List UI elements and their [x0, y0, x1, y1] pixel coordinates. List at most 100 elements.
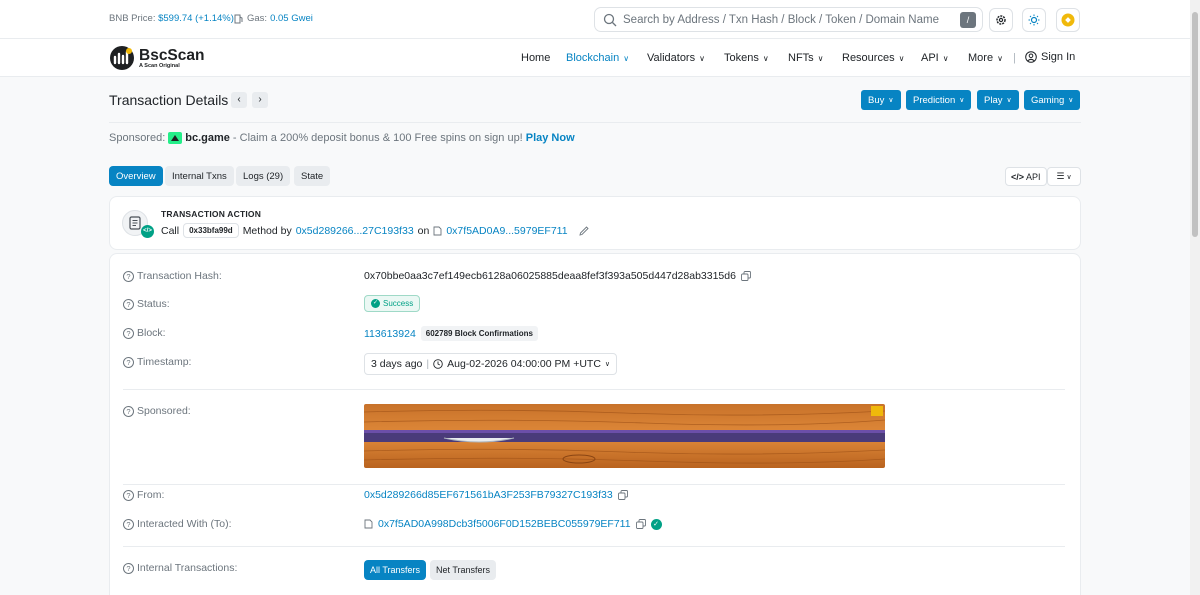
gas-price: Gas: 0.05 Gwei — [234, 13, 313, 24]
nav-resources-label: Resources — [842, 52, 895, 64]
tab-internal-txns[interactable]: Internal Txns — [165, 166, 234, 186]
scrollbar-thumb[interactable] — [1192, 12, 1198, 237]
tab-overview-label: Overview — [116, 170, 156, 182]
tab-state[interactable]: State — [294, 166, 331, 186]
transaction-action-card: </> TRANSACTION ACTION Call 0x33bfa99d M… — [109, 196, 1081, 250]
sponsored-row-label: Sponsored: — [137, 405, 191, 417]
bnb-price-value[interactable]: $599.74 — [158, 13, 192, 24]
timestamp-label: Timestamp: — [137, 356, 192, 368]
network-button[interactable] — [1056, 8, 1080, 32]
timestamp-dropdown[interactable]: 3 days ago | Aug-02-2026 04:00:00 PM +UT… — [364, 353, 618, 375]
hash-value-row: 0x70bbe0aa3c7ef149ecb6128a06025885deaa8f… — [364, 270, 751, 282]
next-tx-button[interactable]: › — [252, 92, 268, 108]
nav-resources[interactable]: Resources ∨ — [842, 52, 904, 64]
play-label: Play — [984, 94, 1003, 106]
timestamp-value-row: 3 days ago | Aug-02-2026 04:00:00 PM +UT… — [364, 353, 618, 375]
sign-in-link[interactable]: Sign In — [1025, 51, 1075, 63]
copy-icon[interactable] — [617, 490, 628, 500]
buy-button[interactable]: Buy ∨ — [861, 90, 901, 110]
action-description: Call 0x33bfa99d Method by 0x5d289266...2… — [161, 223, 590, 238]
scrollbar[interactable] — [1190, 0, 1200, 595]
help-icon[interactable]: ? — [123, 489, 134, 501]
nav-nfts-label: NFTs — [788, 52, 814, 64]
nav-tokens-label: Tokens — [724, 52, 759, 64]
help-icon[interactable]: ? — [123, 518, 134, 530]
action-from-link[interactable]: 0x5d289266...27C193f33 — [296, 225, 414, 237]
method-by-text: Method by — [242, 224, 292, 237]
help-icon[interactable]: ? — [123, 356, 134, 368]
prediction-button[interactable]: Prediction ∨ — [906, 90, 972, 110]
nav-nfts[interactable]: NFTs ∨ — [788, 52, 824, 64]
hash-label: Transaction Hash: — [137, 270, 222, 282]
help-icon[interactable]: ? — [123, 270, 134, 282]
settings-button[interactable] — [989, 8, 1013, 32]
action-contract-link[interactable]: 0x7f5AD0A9...5979EF711 — [446, 225, 567, 237]
logo[interactable]: BscScan A Scan Original — [109, 45, 204, 71]
to-address-link[interactable]: 0x7f5AD0A998Dcb3f5006F0D152BEBC055979EF7… — [378, 518, 631, 530]
help-icon[interactable]: ? — [123, 562, 134, 574]
chevron-down-icon: ∨ — [1066, 173, 1072, 181]
gas-label: Gas: — [247, 13, 268, 24]
status-value: Success — [383, 299, 414, 308]
block-label-row: ? Block: — [123, 327, 166, 339]
nav-validators[interactable]: Validators ∨ — [647, 52, 705, 64]
to-value-row: 0x7f5AD0A998Dcb3f5006F0D152BEBC055979EF7… — [364, 518, 662, 530]
row-divider — [123, 484, 1065, 485]
sponsored-ad-banner[interactable] — [364, 404, 885, 468]
play-button[interactable]: Play ∨ — [977, 90, 1019, 110]
sponsor-cta-link[interactable]: Play Now — [526, 132, 575, 144]
nav-more[interactable]: More ∨ — [968, 52, 1003, 64]
search-box: / — [594, 7, 983, 32]
tab-all-transfers[interactable]: All Transfers — [364, 560, 427, 580]
tab-logs[interactable]: Logs (29) — [236, 166, 291, 186]
help-icon[interactable]: ? — [123, 327, 134, 339]
prev-tx-button[interactable]: ‹ — [231, 92, 247, 108]
chevron-down-icon: ∨ — [762, 54, 769, 63]
theme-toggle-button[interactable] — [1022, 8, 1046, 32]
timestamp-value: Aug-02-2026 04:00:00 PM +UTC — [447, 358, 601, 370]
nav-blockchain[interactable]: Blockchain ∨ — [566, 52, 629, 64]
chevron-down-icon: ∨ — [623, 54, 630, 63]
tab-logs-label: Logs (29) — [243, 170, 284, 182]
copy-icon[interactable] — [635, 519, 646, 529]
gaming-button[interactable]: Gaming ∨ — [1024, 90, 1081, 110]
nav-api[interactable]: API ∨ — [921, 52, 949, 64]
search-icon — [603, 13, 617, 26]
tab-overview[interactable]: Overview — [109, 166, 163, 186]
list-icon: ☰ — [1056, 171, 1065, 181]
chevron-down-icon: ∨ — [604, 361, 611, 368]
contract-icon — [364, 519, 373, 529]
nav-home[interactable]: Home — [521, 52, 550, 64]
nav-tokens[interactable]: Tokens ∨ — [724, 52, 769, 64]
block-value-row: 113613924 602789 Block Confirmations — [364, 326, 538, 341]
nav-api-label: API — [921, 52, 939, 64]
sponsor-brand-link[interactable]: bc.game — [185, 132, 230, 144]
help-icon[interactable]: ? — [123, 298, 134, 310]
buy-label: Buy — [868, 94, 885, 106]
gaming-label: Gaming — [1031, 94, 1065, 106]
gas-value[interactable]: 0.05 Gwei — [270, 13, 313, 24]
from-address-link[interactable]: 0x5d289266d85EF671561bA3F253FB79327C193f… — [364, 489, 613, 501]
code-icon: </> — [1011, 171, 1025, 182]
chevron-down-icon: ∨ — [997, 54, 1003, 63]
chevron-down-icon: ∨ — [942, 54, 949, 63]
edit-icon[interactable] — [578, 225, 590, 237]
api-button[interactable]: </> API — [1005, 167, 1047, 186]
block-number-link[interactable]: 113613924 — [364, 328, 416, 340]
help-icon[interactable]: ? — [123, 405, 134, 417]
api-button-label: API — [1026, 171, 1041, 182]
chevron-down-icon: ∨ — [959, 97, 965, 104]
tab-net-transfers[interactable]: Net Transfers — [430, 560, 497, 580]
tab-state-label: State — [301, 170, 324, 182]
nav-blockchain-label: Blockchain — [566, 52, 620, 64]
chevron-down-icon: ∨ — [1006, 97, 1012, 104]
view-options-button[interactable]: ☰ ∨ — [1047, 167, 1081, 186]
copy-icon[interactable] — [741, 271, 751, 281]
chevron-left-icon: ‹ — [237, 94, 241, 105]
search-input[interactable] — [623, 13, 953, 26]
prediction-label: Prediction — [913, 94, 956, 106]
on-text: on — [417, 224, 430, 237]
status-label: Status: — [137, 298, 170, 310]
bnb-price-change: (+1.14%) — [195, 13, 234, 24]
main-header: BscScan A Scan Original Home Blockchain ∨… — [0, 39, 1200, 77]
